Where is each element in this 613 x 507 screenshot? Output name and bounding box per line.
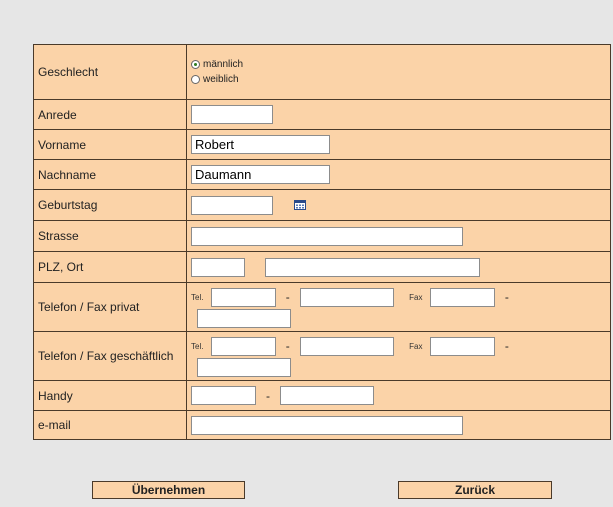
phone-private-fax-number[interactable] [197, 308, 291, 328]
submit-button[interactable]: Übernehmen [92, 481, 245, 499]
zip-input[interactable] [191, 257, 245, 277]
phone-business-tel-area[interactable] [210, 336, 276, 356]
row-mobile: Handy - [33, 380, 611, 411]
row-lastname: Nachname [33, 159, 611, 190]
phone-business-fax-label: Fax [409, 341, 423, 351]
gender-field: männlich weiblich [186, 44, 611, 100]
gender-option-female[interactable]: weiblich [191, 73, 610, 87]
email-input[interactable] [191, 415, 463, 435]
row-gender: Geschlecht männlich weiblich [33, 44, 611, 100]
calendar-icon[interactable] [294, 200, 307, 210]
row-street: Strasse [33, 220, 611, 252]
radio-male-label: männlich [203, 59, 244, 70]
phone-private-fax-area[interactable] [429, 287, 495, 307]
back-button[interactable]: Zurück [398, 481, 552, 499]
row-firstname: Vorname [33, 129, 611, 160]
email-label: e-mail [33, 410, 187, 440]
phone-private-fax-label: Fax [409, 292, 423, 302]
contact-form-table: Geschlecht männlich weiblich Anrede Vorn… [33, 44, 611, 440]
gender-option-male[interactable]: männlich [191, 58, 610, 72]
radio-female-label: weiblich [203, 74, 239, 85]
gender-label: Geschlecht [33, 44, 187, 100]
phone-private-tel-area[interactable] [210, 287, 276, 307]
phone-business-tel-label: Tel. [191, 341, 204, 351]
street-label: Strasse [33, 220, 187, 252]
birthday-label: Geburtstag [33, 189, 187, 221]
mobile-number-input[interactable] [280, 386, 374, 405]
row-zip-city: PLZ, Ort [33, 251, 611, 283]
phone-business-fax-separator: - [504, 339, 509, 353]
city-input[interactable] [265, 257, 480, 277]
row-email: e-mail [33, 410, 611, 440]
salutation-input[interactable] [191, 105, 273, 124]
phone-private-label: Telefon / Fax privat [33, 282, 187, 332]
phone-business-label: Telefon / Fax geschäftlich [33, 331, 187, 381]
radio-female[interactable] [191, 75, 200, 84]
mobile-label: Handy [33, 380, 187, 411]
firstname-label: Vorname [33, 129, 187, 160]
lastname-label: Nachname [33, 159, 187, 190]
mobile-area-input[interactable] [191, 386, 256, 405]
row-phone-private: Telefon / Fax privat Tel. - Fax - [33, 282, 611, 332]
phone-private-tel-label: Tel. [191, 292, 204, 302]
phone-private-tel-number[interactable] [299, 287, 394, 307]
row-phone-business: Telefon / Fax geschäftlich Tel. - Fax - [33, 331, 611, 381]
phone-business-tel-number[interactable] [299, 336, 394, 356]
phone-private-separator: - [285, 290, 290, 304]
phone-business-fax-number[interactable] [197, 357, 291, 377]
phone-business-separator: - [285, 339, 290, 353]
mobile-separator: - [266, 388, 270, 403]
salutation-label: Anrede [33, 99, 187, 130]
lastname-input[interactable] [191, 165, 330, 184]
phone-business-fax-area[interactable] [429, 336, 495, 356]
radio-male[interactable] [191, 60, 200, 69]
row-salutation: Anrede [33, 99, 611, 130]
row-birthday: Geburtstag [33, 189, 611, 221]
phone-private-fax-separator: - [504, 290, 509, 304]
street-input[interactable] [191, 226, 463, 246]
birthday-input[interactable] [191, 195, 273, 215]
firstname-input[interactable] [191, 135, 330, 154]
zip-city-label: PLZ, Ort [33, 251, 187, 283]
